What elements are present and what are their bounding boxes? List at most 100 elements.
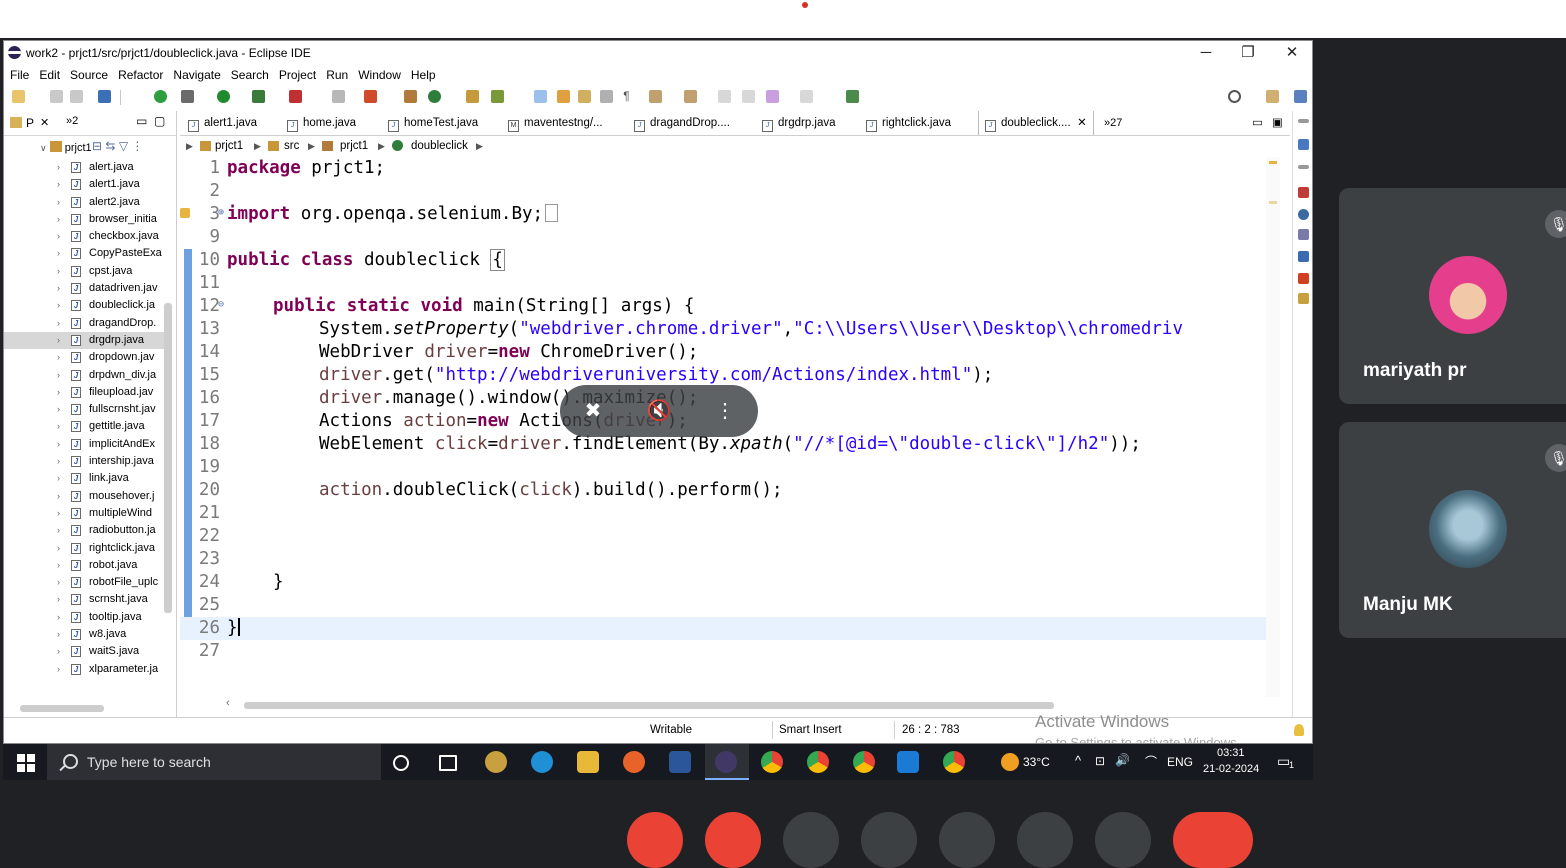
- chevron-up-icon[interactable]: ^: [1075, 753, 1081, 768]
- overview-ruler[interactable]: [1266, 157, 1280, 697]
- last-edit-icon[interactable]: [718, 90, 731, 103]
- chrome-icon[interactable]: [943, 751, 965, 773]
- problems-icon[interactable]: [1298, 187, 1309, 198]
- chevron-right-icon[interactable]: ›: [57, 436, 60, 453]
- debug-icon[interactable]: [181, 90, 194, 103]
- breadcrumb-package[interactable]: prjct1: [340, 137, 368, 155]
- tab-home[interactable]: Jhome.java: [287, 111, 356, 135]
- chevron-right-icon[interactable]: ›: [57, 176, 60, 193]
- chevron-right-icon[interactable]: ›: [57, 401, 60, 418]
- skip-breakpoints-icon[interactable]: [154, 90, 167, 103]
- breadcrumb-class[interactable]: doubleclick: [411, 137, 468, 155]
- camera-button[interactable]: [705, 812, 761, 868]
- word-icon[interactable]: [669, 751, 691, 773]
- file-explorer-icon[interactable]: [577, 751, 599, 773]
- tree-file-item[interactable]: › Jw8.java: [4, 626, 164, 643]
- chevron-right-icon[interactable]: ›: [57, 315, 60, 332]
- tab-hometest[interactable]: JhomeTest.java: [388, 111, 478, 135]
- chevron-right-icon[interactable]: ›: [57, 643, 60, 660]
- back-icon[interactable]: [766, 90, 779, 103]
- chevron-right-icon[interactable]: ›: [57, 557, 60, 574]
- tab-alert1[interactable]: Jalert1.java: [188, 111, 257, 135]
- warning-marker[interactable]: [1269, 161, 1277, 164]
- tree-file-item[interactable]: › Jdrgdrp.java: [4, 331, 164, 350]
- external-tools-icon[interactable]: [289, 90, 302, 103]
- tree-file-item[interactable]: › Jscrnsht.java: [4, 591, 164, 608]
- pilcrow-icon[interactable]: ¶: [620, 90, 633, 103]
- leave-call-button[interactable]: [1173, 812, 1253, 868]
- chevron-right-icon[interactable]: ›: [57, 470, 60, 487]
- chevron-right-icon[interactable]: ›: [57, 211, 60, 228]
- outline-icon[interactable]: [1298, 139, 1309, 150]
- tree-file-item[interactable]: › Jrobot.java: [4, 557, 164, 574]
- highlight-icon[interactable]: [557, 90, 570, 103]
- tree-file-item[interactable]: › Jdropdown.jav: [4, 349, 164, 366]
- restore-button[interactable]: ❐: [1226, 43, 1270, 65]
- view-overflow[interactable]: »2: [66, 115, 78, 127]
- console-icon[interactable]: [1298, 251, 1309, 262]
- captions-button[interactable]: [783, 812, 839, 868]
- start-button[interactable]: [17, 754, 35, 772]
- coverage-icon[interactable]: [252, 90, 265, 103]
- declaration-icon[interactable]: [1298, 229, 1309, 240]
- tab-close-icon[interactable]: ✕: [1077, 117, 1087, 129]
- close-button[interactable]: ✕: [1270, 43, 1312, 65]
- terminal-icon[interactable]: [98, 90, 111, 103]
- save-icon[interactable]: [50, 90, 63, 103]
- tree-file-item[interactable]: › Jdoubleclick.ja: [4, 297, 164, 314]
- tree-file-item[interactable]: › Jcheckbox.java: [4, 228, 164, 245]
- run-icon[interactable]: [217, 90, 230, 103]
- menu-refactor[interactable]: Refactor: [113, 65, 168, 82]
- chevron-right-icon[interactable]: ›: [57, 349, 60, 366]
- present-button[interactable]: [939, 812, 995, 868]
- search-tool-icon[interactable]: [491, 90, 504, 103]
- forward-icon[interactable]: [800, 90, 813, 103]
- tab-overflow[interactable]: »27: [1104, 111, 1122, 135]
- edge-icon[interactable]: [531, 751, 553, 773]
- tree-file-item[interactable]: › Jtooltip.java: [4, 609, 164, 626]
- raise-hand-button[interactable]: [1017, 812, 1073, 868]
- maximize-editor-icon[interactable]: ▣: [1272, 111, 1283, 135]
- reactions-button[interactable]: [861, 812, 917, 868]
- menu-source[interactable]: Source: [65, 65, 113, 82]
- save-all-icon[interactable]: [70, 90, 83, 103]
- chevron-right-icon[interactable]: ›: [57, 297, 60, 314]
- chevron-right-icon[interactable]: ›: [57, 488, 60, 505]
- menu-window[interactable]: Window: [353, 65, 406, 82]
- tree-file-item[interactable]: › Jalert.java: [4, 159, 164, 176]
- chevron-right-icon[interactable]: ›: [57, 626, 60, 643]
- tree-file-item[interactable]: › Jalert2.java: [4, 194, 164, 211]
- volume-icon[interactable]: 🔊: [1115, 753, 1130, 767]
- chevron-right-icon[interactable]: ›: [57, 194, 60, 211]
- collapse-all-icon[interactable]: ⊟: [92, 139, 102, 153]
- app-icon[interactable]: [485, 751, 507, 773]
- tree-file-item[interactable]: › Jcpst.java: [4, 263, 164, 280]
- fold-expand-icon[interactable]: ⊕: [218, 201, 224, 224]
- minimize-view-icon[interactable]: ▭: [136, 114, 147, 128]
- tree-file-item[interactable]: › Jxlparameter.ja: [4, 661, 164, 678]
- tree-file-item[interactable]: › Jintership.java: [4, 453, 164, 470]
- language-indicator[interactable]: ENG: [1167, 755, 1193, 769]
- restore-view-icon[interactable]: [1298, 119, 1309, 123]
- tab-maventestng[interactable]: Mmaventestng/...: [508, 111, 603, 135]
- launch-icon[interactable]: [364, 90, 377, 103]
- tree-file-item[interactable]: › JrobotFile_uplc: [4, 574, 164, 591]
- chrome-profile-icon[interactable]: [807, 751, 829, 773]
- annotation-marker[interactable]: [1269, 201, 1277, 204]
- chevron-right-icon[interactable]: ›: [57, 159, 60, 176]
- tree-file-item[interactable]: › J CopyPasteExa: [4, 245, 164, 262]
- pin-editor-icon[interactable]: [846, 90, 859, 103]
- progress-icon[interactable]: [1298, 293, 1309, 304]
- network-icon[interactable]: ⊡: [1095, 754, 1105, 768]
- vscode-icon[interactable]: [897, 751, 919, 773]
- menu-help[interactable]: Help: [406, 65, 441, 82]
- tree-file-item[interactable]: › JimplicitAndEx: [4, 436, 164, 453]
- more-options-button[interactable]: [1095, 812, 1151, 868]
- tree-file-item[interactable]: › Jrightclick.java: [4, 540, 164, 557]
- next-annotation-icon[interactable]: [649, 90, 662, 103]
- tree-file-item[interactable]: › Jgettitle.java: [4, 418, 164, 435]
- chevron-right-icon[interactable]: ›: [57, 228, 60, 245]
- task-view-icon[interactable]: [439, 755, 457, 771]
- tab-doubleclick[interactable]: Jdoubleclick.... ✕: [978, 111, 1094, 135]
- chevron-right-icon[interactable]: ›: [57, 332, 60, 349]
